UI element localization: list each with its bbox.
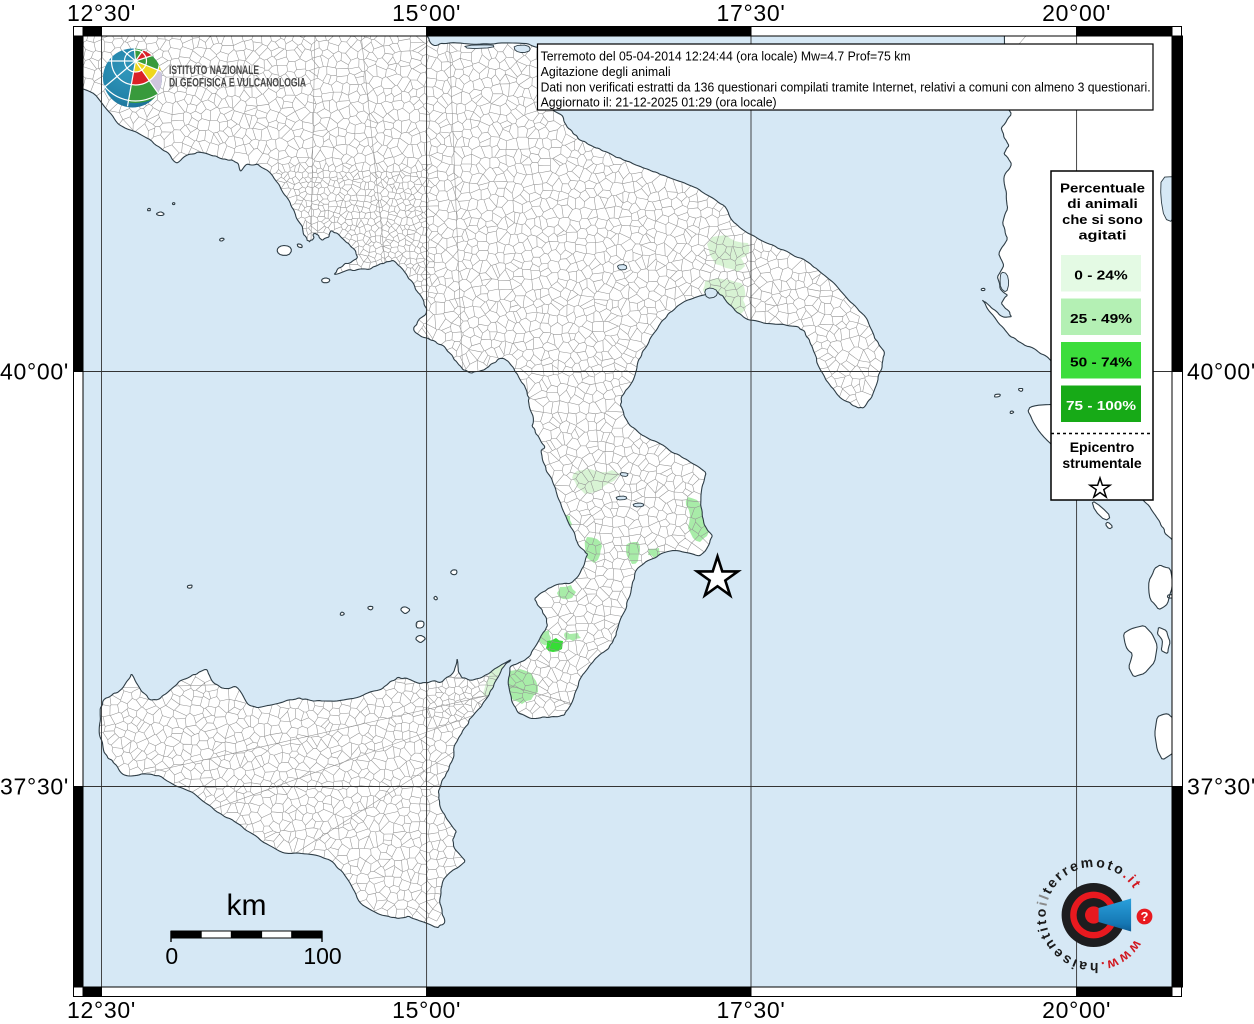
- svg-text:DI GEOFISICA E VULCANOLOGIA: DI GEOFISICA E VULCANOLOGIA: [169, 76, 306, 90]
- svg-text:25 - 49%: 25 - 49%: [1070, 311, 1133, 326]
- svg-text:Epicentro: Epicentro: [1070, 439, 1135, 455]
- svg-text:?: ?: [1141, 909, 1149, 924]
- svg-text:Dati non verificati estratti d: Dati non verificati estratti da 136 ques…: [541, 79, 1151, 94]
- svg-text:37°30': 37°30': [0, 774, 69, 800]
- svg-text:Aggiornato il: 21-12-2025 01:2: Aggiornato il: 21-12-2025 01:29 (ora loc…: [541, 95, 777, 110]
- svg-text:40°00': 40°00': [1187, 359, 1254, 385]
- svg-text:40°00': 40°00': [0, 359, 69, 385]
- svg-text:12°30': 12°30': [67, 997, 136, 1023]
- svg-text:50 - 74%: 50 - 74%: [1070, 354, 1133, 369]
- svg-text:strumentale: strumentale: [1062, 455, 1142, 471]
- svg-text:37°30': 37°30': [1187, 774, 1254, 800]
- svg-text:20°00': 20°00': [1042, 0, 1111, 26]
- svg-text:17°30': 17°30': [717, 0, 786, 26]
- svg-text:agitati: agitati: [1079, 228, 1127, 243]
- svg-text:12°30': 12°30': [67, 0, 136, 26]
- svg-text:Terremoto del 05-04-2014 12:24: Terremoto del 05-04-2014 12:24:44 (ora l…: [541, 49, 911, 64]
- svg-text:15°00': 15°00': [392, 997, 461, 1023]
- svg-text:20°00': 20°00': [1042, 997, 1111, 1023]
- svg-text:17°30': 17°30': [717, 997, 786, 1023]
- svg-text:75 - 100%: 75 - 100%: [1066, 398, 1137, 413]
- svg-text:di animali: di animali: [1067, 196, 1138, 211]
- svg-text:che si sono: che si sono: [1062, 212, 1143, 227]
- svg-text:km: km: [227, 889, 267, 922]
- svg-text:0 - 24%: 0 - 24%: [1074, 267, 1128, 282]
- svg-text:0: 0: [165, 943, 178, 969]
- svg-text:100: 100: [303, 943, 341, 969]
- svg-text:15°00': 15°00': [392, 0, 461, 26]
- svg-text:Percentuale: Percentuale: [1060, 180, 1145, 195]
- svg-text:Agitazione degli animali: Agitazione degli animali: [541, 64, 671, 79]
